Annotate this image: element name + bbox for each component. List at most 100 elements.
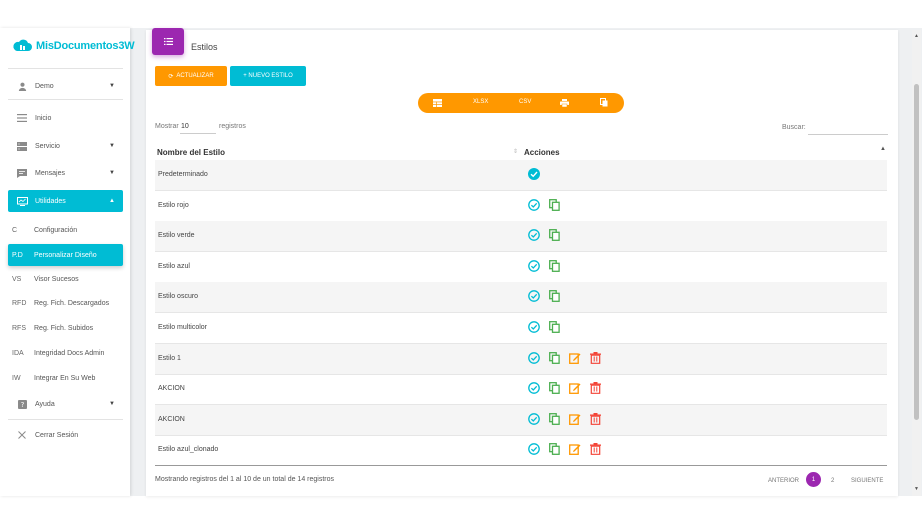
submenu-item-reg-fich-descargados[interactable]: RFD Reg. Fich. Descargados [8,292,123,314]
copy-icon[interactable] [549,198,560,216]
print-icon[interactable] [560,99,569,107]
copy-icon[interactable] [549,442,560,460]
row-actions [528,351,601,369]
submenu-abbr: IDA [12,349,24,357]
select-check-icon[interactable] [528,412,540,430]
chevron-down-icon: ▼ [109,401,115,407]
export-xlsx-button[interactable]: XLSX [473,99,488,105]
row-actions [528,381,601,399]
table-row: Estilo multicolor [155,313,887,344]
sidebar-item-utilidades[interactable]: Utilidades ▲ [8,190,123,212]
select-check-icon[interactable] [528,259,540,277]
edit-icon[interactable] [569,412,581,430]
row-actions [528,259,560,277]
table-row: Estilo rojo [155,191,887,222]
copy-icon[interactable] [549,412,560,430]
row-actions [528,228,560,246]
row-actions [528,167,540,185]
submenu-item-reg-fich-subidos[interactable]: RFS Reg. Fich. Subidos [8,317,123,339]
new-style-button[interactable]: + NUEVO ESTILO [230,66,306,86]
pagination-next[interactable]: SIGUIENTE [851,478,883,484]
chevron-up-icon: ▲ [109,198,115,204]
column-header-name[interactable]: Nombre del Estilo [157,148,225,157]
refresh-button[interactable]: ⟳ ACTUALIZAR [155,66,227,86]
help-icon: ? [15,399,29,409]
refresh-icon: ⟳ [168,73,174,80]
brand[interactable]: MisDocumentos3W [12,39,135,52]
row-actions [528,198,560,216]
table-row: Estilo oscuro [155,282,887,314]
scroll-up-icon[interactable]: ▲ [914,33,919,39]
submenu-abbr: IW [12,374,21,382]
copy-icon[interactable] [549,259,560,277]
sidebar-item-ayuda[interactable]: ? Ayuda ▼ [8,393,123,415]
sidebar-item-mensajes[interactable]: Mensajes ▼ [8,162,123,184]
page-length-select[interactable]: 10 [181,123,189,130]
submenu-item-visor-sucesos[interactable]: VS Visor Sucesos [8,268,123,290]
edit-icon[interactable] [569,351,581,369]
sidebar-item-label: Ayuda [35,400,55,408]
logout-button[interactable]: Cerrar Sesión [8,424,123,446]
divider [8,99,123,100]
sidebar-item-servicio[interactable]: Servicio ▼ [8,135,123,157]
edit-icon[interactable] [569,442,581,460]
menu-lines-icon [15,114,29,122]
chevron-down-icon: ▼ [109,143,115,149]
style-name: Estilo azul_clonado [158,446,219,454]
scroll-down-icon[interactable]: ▼ [914,486,919,492]
row-actions [528,289,560,307]
copy-icon[interactable] [600,98,608,107]
search-input[interactable] [808,134,888,135]
submenu-item-configuracion[interactable]: C Configuración [8,219,123,241]
user-menu[interactable]: Demo ▼ [8,75,123,97]
delete-icon[interactable] [590,351,601,369]
style-name: Estilo 1 [158,354,181,362]
pagination-previous[interactable]: ANTERIOR [768,478,799,484]
select-check-icon[interactable] [528,381,540,399]
delete-icon[interactable] [590,412,601,430]
table-row: AKCION [155,374,887,406]
table-icon[interactable] [433,99,442,107]
chevron-down-icon: ▼ [109,170,115,176]
select-check-icon[interactable] [528,289,540,307]
submenu-item-integridad-docs-admin[interactable]: IDA Integridad Docs Admin [8,342,123,364]
copy-icon[interactable] [549,320,560,338]
copy-icon[interactable] [549,228,560,246]
select-check-icon[interactable] [528,198,540,216]
column-header-actions[interactable]: Acciones [524,148,560,157]
submenu-label: Personalizar Diseño [34,251,97,259]
edit-icon[interactable] [569,381,581,399]
copy-icon[interactable] [549,289,560,307]
pagination-page-1[interactable]: 1 [806,472,821,487]
table-row: Estilo azul_clonado [155,435,887,467]
active-check-icon[interactable] [528,167,540,185]
scrollbar-thumb[interactable] [914,84,919,420]
style-name: Estilo oscuro [158,293,199,301]
select-check-icon[interactable] [528,442,540,460]
delete-icon[interactable] [590,442,601,460]
select-check-icon[interactable] [528,351,540,369]
table-info: Mostrando registros del 1 al 10 de un to… [155,476,334,483]
select-check-icon[interactable] [528,320,540,338]
submenu-item-integrar-en-su-web[interactable]: IW Integrar En Su Web [8,367,123,389]
sort-asc-icon[interactable]: ▲ [880,146,886,152]
submenu-item-personalizar-diseno[interactable]: P.D Personalizar Diseño [8,244,123,266]
row-actions [528,412,601,430]
sidebar-item-label: Utilidades [35,197,66,205]
style-name: AKCION [158,385,185,393]
page-title: Estilos [191,42,218,52]
sidebar-item-label: Servicio [35,142,60,150]
export-csv-button[interactable]: CSV [519,99,531,105]
copy-icon[interactable] [549,351,560,369]
sidebar-item-inicio[interactable]: Inicio [8,107,123,129]
table-row: Estilo azul [155,252,887,283]
style-name: Estilo rojo [158,201,189,209]
divider [8,68,123,69]
delete-icon[interactable] [590,381,601,399]
pagination-page-2[interactable]: 2 [831,478,834,484]
sort-icon[interactable]: ⇕ [513,148,518,155]
copy-icon[interactable] [549,381,560,399]
submenu-abbr: VS [12,275,22,283]
select-check-icon[interactable] [528,228,540,246]
submenu-abbr: P.D [12,251,23,259]
